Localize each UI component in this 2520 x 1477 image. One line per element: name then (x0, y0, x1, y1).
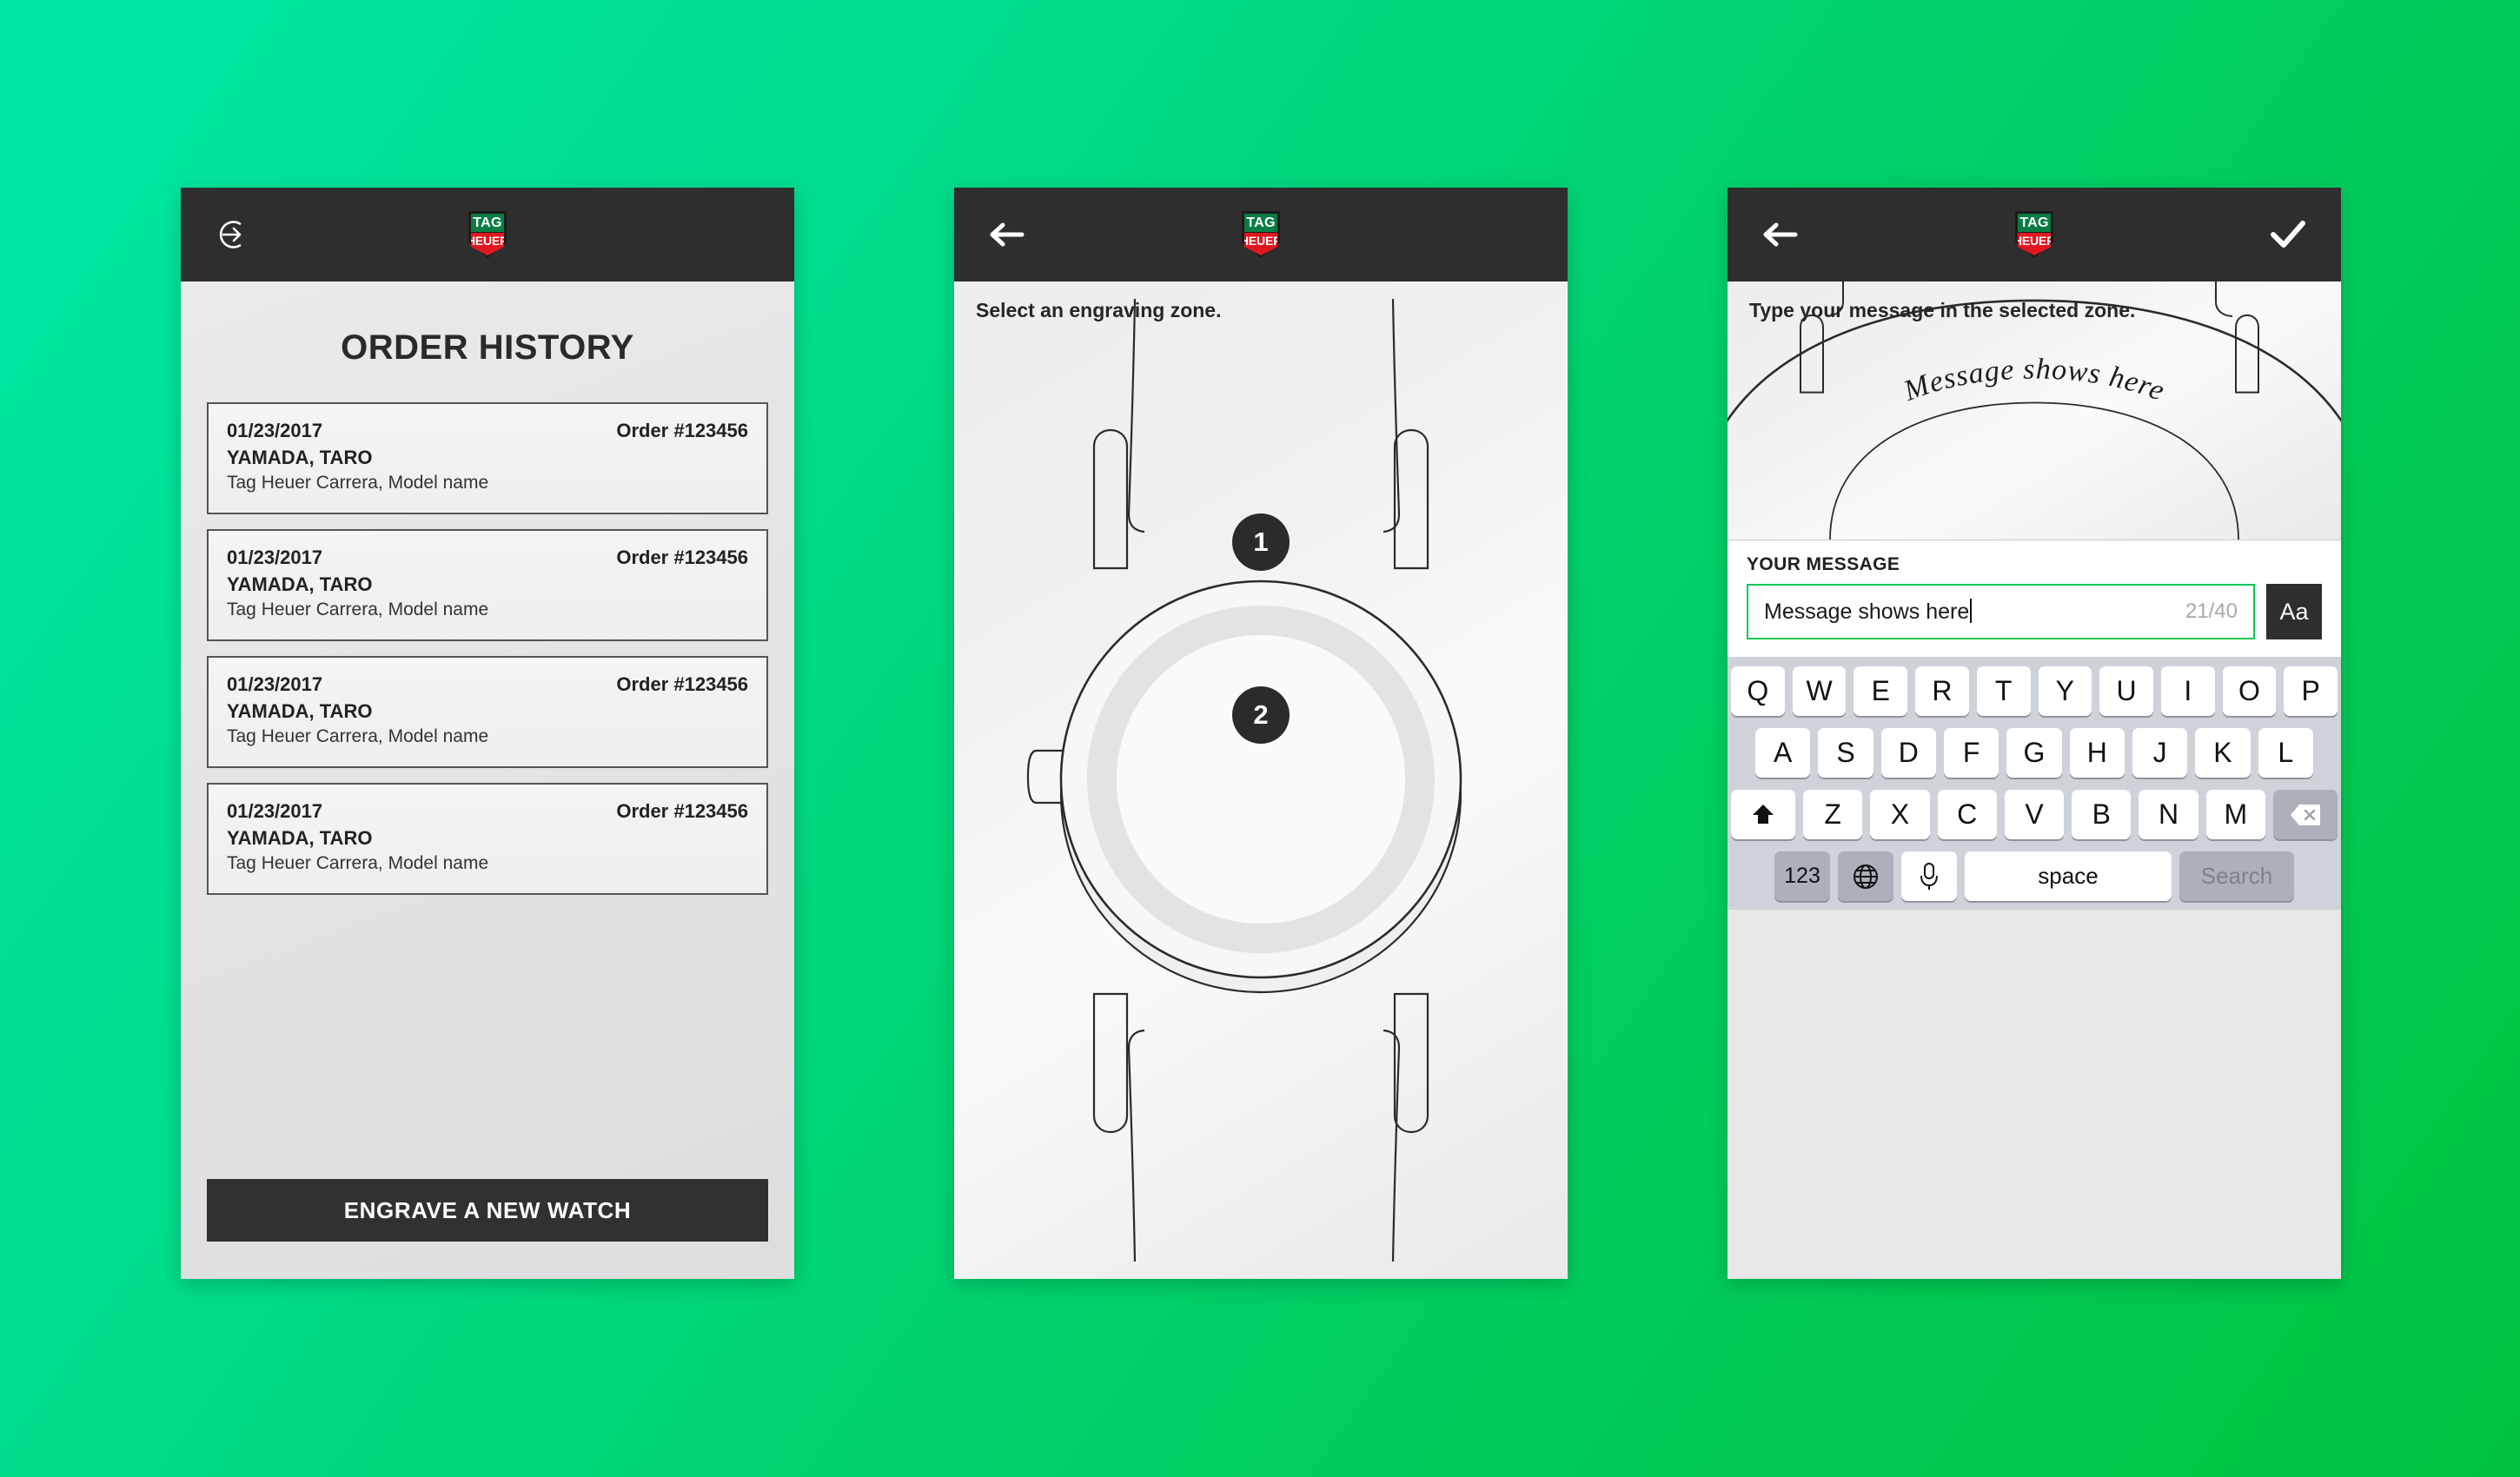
logo-bottom-text: HEUER (2013, 234, 2056, 248)
watch-engraving-preview: Type your message in the selected zone. … (1728, 281, 2341, 540)
key-b[interactable]: B (2072, 790, 2132, 839)
key-v[interactable]: V (2004, 790, 2065, 839)
tag-heuer-logo: TAG HEUER (2015, 211, 2053, 258)
logo-top-text: TAG (473, 215, 502, 230)
instruction-text: Type your message in the selected zone. (1749, 299, 2136, 321)
character-counter: 21/40 (2185, 599, 2238, 623)
backspace-icon[interactable] (2272, 790, 2338, 839)
key-s[interactable]: S (1818, 728, 1873, 778)
order-customer: YAMADA, TARO (227, 827, 373, 849)
order-date: 01/23/2017 (227, 673, 323, 695)
order-model: Tag Heuer Carrera, Model name (227, 726, 489, 746)
order-model: Tag Heuer Carrera, Model name (227, 599, 489, 619)
table-row[interactable]: 01/23/2017 Order #123456 YAMADA, TARO Ta… (207, 402, 768, 514)
keyboard-row-3: Z X C V B N M (1731, 790, 2338, 839)
navbar: TAG HEUER (1728, 188, 2341, 281)
logout-icon[interactable] (207, 208, 261, 262)
microphone-icon[interactable] (1901, 851, 1957, 901)
key-k[interactable]: K (2195, 728, 2251, 778)
key-x[interactable]: X (1870, 790, 1930, 839)
screen-select-zone: TAG HEUER Select an engraving zone. 1 2 (954, 188, 1568, 1279)
on-screen-keyboard: Q W E R T Y U I O P A S D F G H J K L Z … (1728, 657, 2341, 910)
search-key[interactable]: Search (2179, 851, 2294, 901)
order-history-body: ORDER HISTORY 01/23/2017 Order #123456 Y… (181, 281, 794, 1279)
key-w[interactable]: W (1792, 666, 1847, 716)
tag-heuer-logo: TAG HEUER (1242, 211, 1280, 258)
shift-icon[interactable] (1731, 790, 1796, 839)
key-m[interactable]: M (2205, 790, 2265, 839)
numbers-key[interactable]: 123 (1774, 851, 1830, 901)
order-model: Tag Heuer Carrera, Model name (227, 853, 489, 873)
order-number: Order #123456 (616, 420, 748, 441)
message-input-value: Message shows here (1764, 599, 2175, 625)
order-model: Tag Heuer Carrera, Model name (227, 473, 489, 493)
key-l[interactable]: L (2258, 728, 2313, 778)
back-arrow-icon[interactable] (980, 208, 1034, 262)
order-number: Order #123456 (616, 800, 748, 822)
order-customer: YAMADA, TARO (227, 700, 373, 722)
message-panel: YOUR MESSAGE Message shows here 21/40 Aa (1728, 540, 2341, 657)
logo-bottom-text: HEUER (1240, 234, 1283, 248)
logo-top-text: TAG (1246, 215, 1276, 230)
key-r[interactable]: R (1915, 666, 1969, 716)
table-row[interactable]: 01/23/2017 Order #123456 YAMADA, TARO Ta… (207, 656, 768, 768)
key-t[interactable]: T (1976, 666, 2031, 716)
table-row[interactable]: 01/23/2017 Order #123456 YAMADA, TARO Ta… (207, 529, 768, 641)
order-number: Order #123456 (616, 546, 748, 568)
key-z[interactable]: Z (1803, 790, 1863, 839)
key-e[interactable]: E (1854, 666, 1908, 716)
space-key[interactable]: space (1965, 851, 2172, 901)
checkmark-icon[interactable] (2263, 209, 2313, 260)
key-f[interactable]: F (1944, 728, 1999, 778)
navbar: TAG HEUER (181, 188, 794, 281)
order-list: 01/23/2017 Order #123456 YAMADA, TARO Ta… (207, 402, 768, 895)
key-p[interactable]: P (2284, 666, 2338, 716)
engrave-new-watch-button[interactable]: ENGRAVE A NEW WATCH (207, 1179, 768, 1242)
key-n[interactable]: N (2139, 790, 2198, 839)
page-title: ORDER HISTORY (341, 328, 634, 367)
watch-illustration (1026, 298, 1462, 1262)
key-i[interactable]: I (2160, 666, 2215, 716)
font-style-button[interactable]: Aa (2266, 584, 2322, 639)
key-q[interactable]: Q (1730, 666, 1785, 716)
logo-top-text: TAG (2019, 215, 2049, 230)
key-u[interactable]: U (2099, 666, 2153, 716)
message-input[interactable]: Message shows here 21/40 (1747, 584, 2255, 639)
navbar: TAG HEUER (954, 188, 1568, 281)
keyboard-row-4: 123 space Search (1731, 851, 2338, 901)
order-date: 01/23/2017 (227, 420, 323, 441)
engraving-zone-marker-2[interactable]: 2 (1232, 686, 1290, 744)
key-a[interactable]: A (1755, 728, 1811, 778)
order-customer: YAMADA, TARO (227, 447, 373, 468)
order-customer: YAMADA, TARO (227, 573, 373, 595)
order-date: 01/23/2017 (227, 800, 323, 822)
tag-heuer-logo: TAG HEUER (468, 211, 507, 258)
key-j[interactable]: J (2132, 728, 2188, 778)
order-date: 01/23/2017 (227, 546, 323, 568)
back-arrow-icon[interactable] (1754, 208, 1807, 262)
order-number: Order #123456 (616, 673, 748, 695)
table-row[interactable]: 01/23/2017 Order #123456 YAMADA, TARO Ta… (207, 783, 768, 895)
text-caret (1970, 599, 1973, 623)
key-o[interactable]: O (2222, 666, 2277, 716)
screen-engrave-message: TAG HEUER Type your message in the selec… (1728, 188, 2341, 1279)
key-y[interactable]: Y (2038, 666, 2092, 716)
keyboard-row-2: A S D F G H J K L (1731, 728, 2338, 778)
watch-zone-body: Select an engraving zone. 1 2 (954, 281, 1568, 1279)
screen-order-history: TAG HEUER ORDER HISTORY 01/23/2017 Order… (181, 188, 794, 1279)
engraving-zone-marker-1[interactable]: 1 (1232, 513, 1290, 571)
keyboard-row-1: Q W E R T Y U I O P (1730, 666, 2338, 716)
key-d[interactable]: D (1880, 728, 1936, 778)
instruction-text: Select an engraving zone. (976, 299, 1222, 321)
key-g[interactable]: G (2006, 728, 2062, 778)
message-label: YOUR MESSAGE (1747, 554, 1900, 574)
globe-icon[interactable] (1838, 851, 1893, 901)
key-h[interactable]: H (2069, 728, 2125, 778)
logo-bottom-text: HEUER (467, 234, 509, 248)
key-c[interactable]: C (1937, 790, 1997, 839)
